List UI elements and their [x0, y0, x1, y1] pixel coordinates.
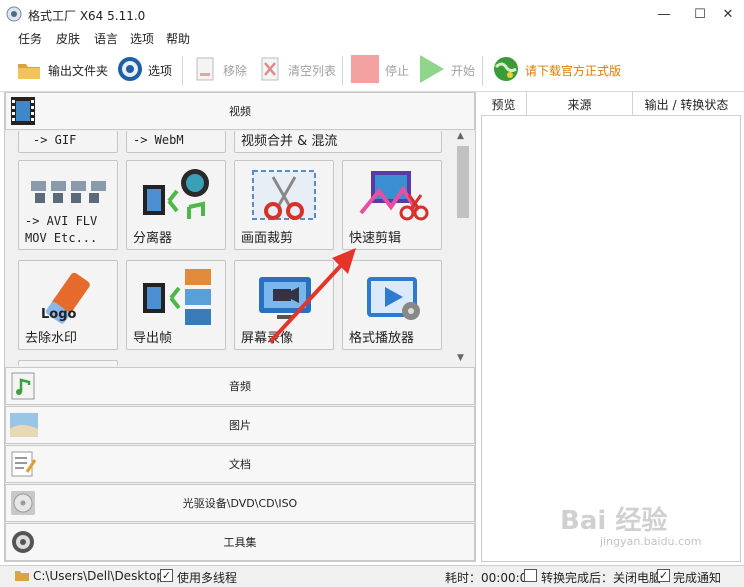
section-video[interactable]: 视频 — [5, 92, 475, 130]
section-tools-label: 工具集 — [223, 536, 257, 549]
clear-list-icon — [257, 55, 283, 83]
player-icon — [363, 273, 423, 326]
play-icon — [418, 55, 444, 83]
toolbar-divider — [342, 56, 343, 86]
column-output-status[interactable]: 输出 / 转换状态 — [633, 92, 740, 116]
tile-to-avi-label: -> AVI FLV MOV Etc... — [25, 214, 98, 245]
toolbar-divider — [482, 56, 483, 86]
tile-video-merge-label: 视频合并 & 混流 — [241, 134, 338, 149]
picture-icon — [9, 411, 38, 439]
section-image-label: 图片 — [229, 419, 251, 432]
start-label: 开始 — [451, 64, 476, 78]
annotation-arrow — [268, 248, 356, 344]
scroll-down-arrow-icon[interactable]: ▼ — [457, 353, 464, 363]
minimize-button[interactable]: — — [648, 0, 680, 28]
toolbar-divider — [182, 56, 183, 86]
window-title: 格式工厂 X64 5.11.0 — [28, 9, 146, 23]
after-convert-checkbox[interactable] — [524, 569, 537, 582]
baidu-watermark-url: jingyan.baidu.com — [600, 535, 702, 548]
output-path[interactable]: C:\Users\Dell\Desktop — [33, 569, 164, 583]
quick-cut-icon — [357, 167, 429, 228]
notify-label: 完成通知 — [673, 571, 722, 585]
menu-language[interactable]: 语言 — [94, 30, 118, 47]
tile-to-webm[interactable]: -> WebM — [126, 131, 226, 153]
column-preview[interactable]: 预览 — [481, 92, 527, 116]
tile-to-gif-label: -> GIF — [33, 133, 77, 147]
section-document-label: 文档 — [229, 458, 251, 471]
section-document[interactable]: 文档 — [5, 445, 475, 483]
tile-remove-watermark[interactable]: Logo 去除水印 — [18, 260, 118, 350]
tile-splitter-label: 分离器 — [133, 231, 173, 246]
section-disc[interactable]: 光驱设备\DVD\CD\ISO — [5, 484, 475, 522]
tools-gear-icon — [9, 528, 37, 556]
section-image[interactable]: 图片 — [5, 406, 475, 444]
export-frames-icon — [141, 267, 215, 330]
download-official-label: 请下载官方正式版 — [525, 64, 622, 78]
globe-icon — [492, 55, 518, 83]
logo-text: Logo — [41, 307, 77, 322]
tile-quick-cut[interactable]: 快速剪辑 — [342, 160, 442, 250]
document-icon — [9, 450, 37, 478]
tile-splitter[interactable]: 分离器 — [126, 160, 226, 250]
app-logo-icon — [6, 6, 22, 22]
film-icon — [9, 96, 37, 125]
menu-options[interactable]: 选项 — [130, 30, 154, 47]
section-video-label: 视频 — [229, 105, 251, 118]
remove-label: 移除 — [223, 64, 248, 78]
tile-to-avi[interactable]: -> AVI FLV MOV Etc... — [18, 160, 118, 250]
multithread-label: 使用多线程 — [177, 571, 238, 585]
section-audio-label: 音频 — [229, 380, 251, 393]
remove-icon — [192, 55, 218, 83]
disc-drive-icon — [9, 489, 37, 517]
scrollbar-thumb[interactable] — [457, 146, 469, 218]
task-list-panel[interactable] — [481, 92, 741, 562]
folder-icon — [16, 55, 42, 83]
options-label: 选项 — [148, 64, 173, 78]
splitter-icon — [141, 167, 217, 228]
scroll-up-arrow-icon[interactable]: ▲ — [457, 131, 464, 141]
tile-partial — [18, 360, 118, 366]
clear-list-label: 清空列表 — [288, 64, 337, 78]
output-folder-label: 输出文件夹 — [48, 64, 109, 78]
section-audio[interactable]: 音频 — [5, 367, 475, 405]
after-convert-label: 转换完成后：关闭电脑 — [541, 571, 662, 585]
tile-video-merge[interactable]: 视频合并 & 混流 — [234, 131, 442, 153]
section-disc-label: 光驱设备\DVD\CD\ISO — [182, 497, 298, 510]
tile-export-frames[interactable]: 导出帧 — [126, 260, 226, 350]
column-source[interactable]: 来源 — [527, 92, 633, 116]
music-note-icon — [9, 372, 37, 400]
gear-icon — [116, 55, 142, 83]
close-button[interactable]: ✕ — [712, 0, 744, 28]
menu-task[interactable]: 任务 — [18, 30, 42, 47]
baidu-watermark: Bai 经验 — [560, 506, 668, 536]
section-tools[interactable]: 工具集 — [5, 523, 475, 561]
multithread-checkbox[interactable]: ✓ — [160, 569, 173, 582]
tile-to-webm-label: -> WebM — [133, 133, 184, 147]
crop-scissors-icon — [249, 167, 319, 228]
stop-label: 停止 — [385, 64, 410, 78]
format-strip-icon — [31, 179, 107, 208]
menu-skin[interactable]: 皮肤 — [56, 30, 80, 47]
menu-help[interactable]: 帮助 — [166, 30, 190, 47]
tile-crop[interactable]: 画面裁剪 — [234, 160, 334, 250]
tile-remove-watermark-label: 去除水印 — [25, 331, 78, 346]
status-folder-icon — [14, 567, 30, 586]
tile-to-gif[interactable]: -> GIF — [18, 131, 118, 153]
tile-export-frames-label: 导出帧 — [133, 331, 173, 346]
notify-checkbox[interactable]: ✓ — [657, 569, 670, 582]
stop-icon — [350, 55, 379, 83]
elapsed-time: 耗时：00:00:00 — [445, 571, 535, 585]
